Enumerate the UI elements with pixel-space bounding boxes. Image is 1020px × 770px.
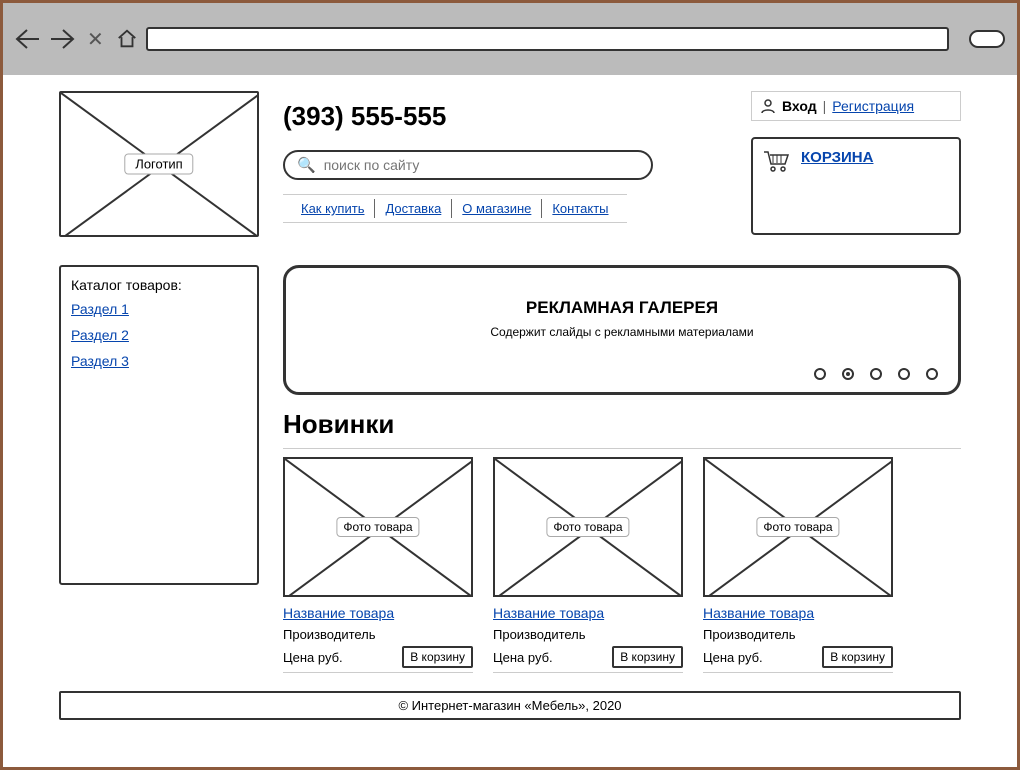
gallery-dot-4[interactable]: [926, 368, 938, 380]
catalog-item-1[interactable]: Раздел 2: [71, 327, 129, 343]
footer: © Интернет-магазин «Мебель», 2020: [59, 691, 961, 720]
product-maker-0: Производитель: [283, 627, 473, 642]
new-products-section: Новинки Фото товара Название товара Прои…: [283, 409, 961, 673]
product-maker-2: Производитель: [703, 627, 893, 642]
browser-pill[interactable]: [969, 30, 1005, 48]
cart-icon: [763, 149, 791, 173]
catalog-title: Каталог товаров:: [71, 277, 247, 293]
user-icon: [760, 98, 776, 114]
cart-box[interactable]: КОРЗИНА: [751, 137, 961, 235]
gallery-dot-1[interactable]: [842, 368, 854, 380]
stop-icon[interactable]: ✕: [83, 27, 108, 52]
search-box[interactable]: 🔍: [283, 150, 653, 180]
product-price-1: Цена руб.: [493, 650, 553, 665]
catalog-item-2[interactable]: Раздел 3: [71, 353, 129, 369]
catalog-item-0[interactable]: Раздел 1: [71, 301, 129, 317]
nav-link-3[interactable]: Контакты: [542, 199, 618, 218]
gallery-subtitle: Содержит слайды с рекламными материалами: [286, 325, 958, 339]
gallery-dot-2[interactable]: [870, 368, 882, 380]
login-bar: Вход | Регистрация: [751, 91, 961, 121]
product-card-1: Фото товара Название товара Производител…: [493, 457, 683, 673]
catalog-sidebar: Каталог товаров: Раздел 1 Раздел 2 Разде…: [59, 265, 259, 585]
product-title-0[interactable]: Название товара: [283, 605, 394, 621]
product-price-2: Цена руб.: [703, 650, 763, 665]
forward-icon[interactable]: [49, 28, 75, 50]
product-photo-1[interactable]: Фото товара: [493, 457, 683, 597]
product-card-2: Фото товара Название товара Производител…: [703, 457, 893, 673]
logo-label: Логотип: [124, 154, 193, 175]
search-icon: 🔍: [297, 156, 316, 174]
add-to-cart-2[interactable]: В корзину: [822, 646, 893, 668]
product-price-0: Цена руб.: [283, 650, 343, 665]
nav-link-2[interactable]: О магазине: [452, 199, 542, 218]
photo-label-0: Фото товара: [336, 517, 419, 537]
product-photo-0[interactable]: Фото товара: [283, 457, 473, 597]
back-icon[interactable]: [15, 28, 41, 50]
add-to-cart-0[interactable]: В корзину: [402, 646, 473, 668]
product-maker-1: Производитель: [493, 627, 683, 642]
browser-toolbar: ✕: [3, 3, 1017, 75]
photo-label-1: Фото товара: [546, 517, 629, 537]
search-input[interactable]: [324, 157, 639, 173]
new-products-heading: Новинки: [283, 409, 961, 440]
nav-link-0[interactable]: Как купить: [291, 199, 375, 218]
product-photo-2[interactable]: Фото товара: [703, 457, 893, 597]
url-bar[interactable]: [146, 27, 949, 51]
gallery-dot-0[interactable]: [814, 368, 826, 380]
cart-link[interactable]: КОРЗИНА: [801, 149, 873, 166]
product-title-1[interactable]: Название товара: [493, 605, 604, 621]
phone-number: (393) 555-555: [283, 101, 727, 132]
gallery-title: РЕКЛАМНАЯ ГАЛЕРЕЯ: [286, 298, 958, 318]
login-link[interactable]: Вход: [782, 98, 817, 114]
promo-gallery: РЕКЛАМНАЯ ГАЛЕРЕЯ Содержит слайды с рекл…: [283, 265, 961, 395]
header-nav: Как купить Доставка О магазине Контакты: [283, 194, 627, 223]
add-to-cart-1[interactable]: В корзину: [612, 646, 683, 668]
gallery-dots: [814, 368, 938, 380]
photo-label-2: Фото товара: [756, 517, 839, 537]
product-title-2[interactable]: Название товара: [703, 605, 814, 621]
nav-link-1[interactable]: Доставка: [375, 199, 452, 218]
register-link[interactable]: Регистрация: [832, 98, 914, 114]
logo-image-placeholder: Логотип: [59, 91, 259, 237]
gallery-dot-3[interactable]: [898, 368, 910, 380]
product-card-0: Фото товара Название товара Производител…: [283, 457, 473, 673]
home-icon[interactable]: [116, 28, 138, 50]
